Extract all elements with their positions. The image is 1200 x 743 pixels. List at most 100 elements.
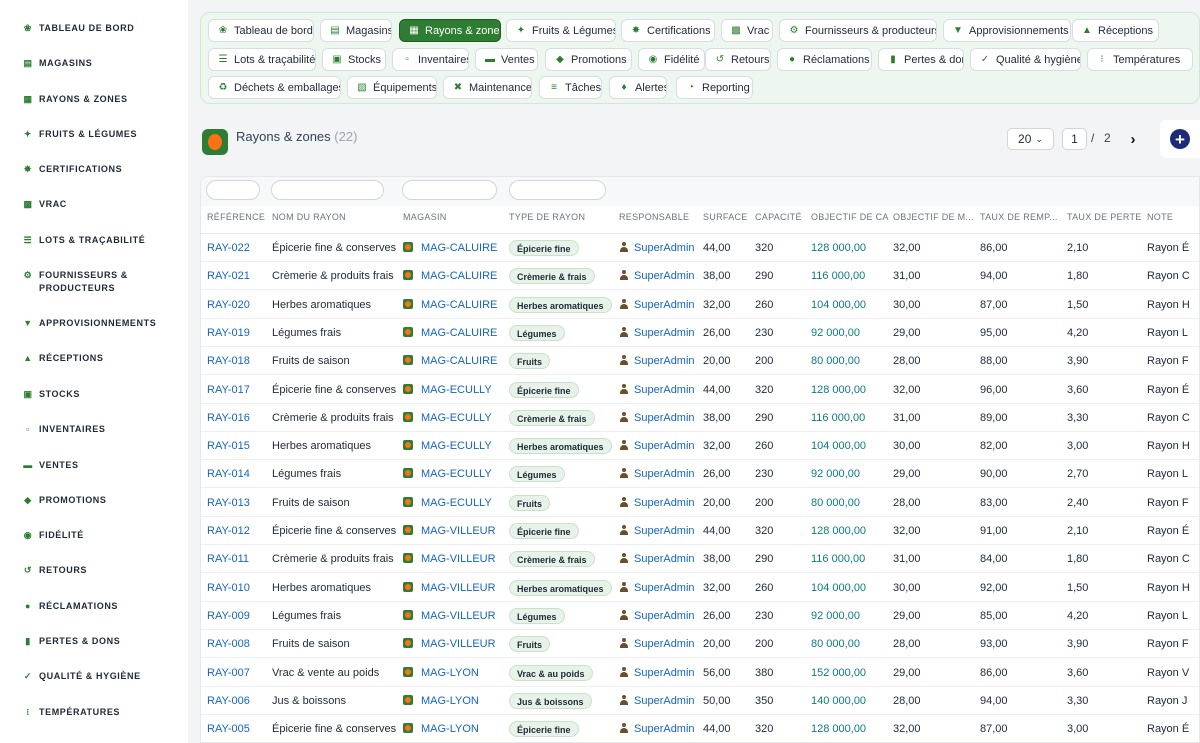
- reference-link[interactable]: RAY-016: [207, 404, 269, 432]
- nav-pill-19[interactable]: ⁝ Températures: [1087, 48, 1193, 71]
- store-link[interactable]: MAG-ECULLY: [421, 440, 492, 452]
- table-row[interactable]: RAY-010 Herbes aromatiques MAG-VILLEUR Herb…: [201, 574, 1199, 602]
- nav-pill-15[interactable]: ↺ Retours: [705, 48, 771, 71]
- responsible-link[interactable]: SuperAdmin: [634, 695, 695, 707]
- reference-link[interactable]: RAY-017: [207, 376, 269, 404]
- filter-type-input[interactable]: [509, 180, 606, 200]
- nav-pill-18[interactable]: ✓ Qualité & hygiène: [970, 48, 1081, 71]
- sidebar-item-tableau-de-bord[interactable]: ❀ TABLEAU DE BORD: [23, 22, 183, 35]
- column-header[interactable]: NOM DU RAYON: [272, 212, 392, 222]
- table-row[interactable]: RAY-009 Légumes frais MAG-VILLEUR Légumes Su…: [201, 602, 1199, 630]
- add-button[interactable]: +: [1170, 129, 1190, 149]
- nav-pill-4[interactable]: ✸ Certifications: [621, 19, 715, 42]
- reference-link[interactable]: RAY-015: [207, 432, 269, 460]
- table-row[interactable]: RAY-007 Vrac & vente au poids MAG-LYON Vrac…: [201, 659, 1199, 687]
- store-link[interactable]: MAG-CALUIRE: [421, 242, 497, 254]
- reference-link[interactable]: RAY-020: [207, 291, 269, 319]
- responsible-link[interactable]: SuperAdmin: [634, 610, 695, 622]
- table-row[interactable]: RAY-005 Épicerie fine & conserves MAG-LYON…: [201, 715, 1199, 742]
- reference-link[interactable]: RAY-022: [207, 234, 269, 262]
- sidebar-item-fid-lit[interactable]: ◉ FIDÉLITÉ: [23, 529, 183, 542]
- table-row[interactable]: RAY-016 Crèmerie & produits frais MAG-ECUL…: [201, 404, 1199, 432]
- sidebar-item-magasins[interactable]: ▤ MAGASINS: [23, 57, 183, 70]
- reference-link[interactable]: RAY-011: [207, 545, 269, 573]
- nav-pill-23[interactable]: ≡ Tâches: [539, 76, 602, 99]
- responsible-link[interactable]: SuperAdmin: [634, 525, 695, 537]
- nav-pill-3[interactable]: ✦ Fruits & Légumes: [506, 19, 616, 42]
- nav-pill-1[interactable]: ▤ Magasins: [320, 19, 392, 42]
- next-page-button[interactable]: ›: [1127, 128, 1139, 150]
- column-header[interactable]: TAUX DE PERTE: [1067, 212, 1145, 222]
- reference-link[interactable]: RAY-012: [207, 517, 269, 545]
- table-row[interactable]: RAY-015 Herbes aromatiques MAG-ECULLY Herbe…: [201, 432, 1199, 461]
- store-link[interactable]: MAG-LYON: [421, 667, 479, 679]
- nav-pill-22[interactable]: ✖ Maintenance: [443, 76, 532, 99]
- responsible-link[interactable]: SuperAdmin: [634, 468, 695, 480]
- reference-link[interactable]: RAY-019: [207, 319, 269, 347]
- responsible-link[interactable]: SuperAdmin: [634, 723, 695, 735]
- nav-pill-8[interactable]: ▲ Réceptions: [1072, 19, 1159, 42]
- responsible-link[interactable]: SuperAdmin: [634, 582, 695, 594]
- store-link[interactable]: MAG-ECULLY: [421, 468, 492, 480]
- responsible-link[interactable]: SuperAdmin: [634, 497, 695, 509]
- nav-pill-14[interactable]: ◉ Fidélité: [638, 48, 705, 71]
- nav-pill-10[interactable]: ▣ Stocks: [322, 48, 386, 71]
- sidebar-item-certifications[interactable]: ✸ CERTIFICATIONS: [23, 163, 183, 176]
- sidebar-item-approvisionnements[interactable]: ▼ APPROVISIONNEMENTS: [23, 317, 183, 330]
- filter-reference-input[interactable]: [206, 180, 260, 200]
- column-header[interactable]: RÉFÉRENCE: [207, 212, 269, 222]
- sidebar-item-rayons-zones[interactable]: ▦ RAYONS & ZONES: [23, 93, 183, 106]
- column-header[interactable]: RESPONSABLE: [619, 212, 699, 222]
- sidebar-item-ventes[interactable]: ▬ VENTES: [23, 459, 183, 472]
- table-row[interactable]: RAY-014 Légumes frais MAG-ECULLY Légumes Sup…: [201, 460, 1199, 489]
- column-header[interactable]: SURFACE: [703, 212, 753, 222]
- column-header[interactable]: NOTE: [1147, 212, 1199, 222]
- responsible-link[interactable]: SuperAdmin: [634, 355, 695, 367]
- reference-link[interactable]: RAY-009: [207, 602, 269, 630]
- store-link[interactable]: MAG-CALUIRE: [421, 270, 497, 282]
- table-row[interactable]: RAY-020 Herbes aromatiques MAG-CALUIRE Herb…: [201, 291, 1199, 319]
- responsible-link[interactable]: SuperAdmin: [634, 270, 695, 282]
- sidebar-item-promotions[interactable]: ◆ PROMOTIONS: [23, 494, 183, 507]
- nav-pill-0[interactable]: ❀ Tableau de bord: [208, 19, 314, 42]
- reference-link[interactable]: RAY-021: [207, 262, 269, 290]
- responsible-link[interactable]: SuperAdmin: [634, 242, 695, 254]
- column-header[interactable]: TAUX DE REMP...: [980, 212, 1063, 222]
- nav-pill-6[interactable]: ⚙ Fournisseurs & producteurs: [779, 19, 937, 42]
- sidebar-item-temp-ratures[interactable]: ⁝ TEMPÉRATURES: [23, 706, 183, 719]
- nav-pill-11[interactable]: ▫ Inventaires: [392, 48, 469, 71]
- sidebar-item-fournisseurs-producteurs[interactable]: ⚙ FOURNISSEURS & PRODUCTEURS: [23, 269, 183, 295]
- nav-pill-24[interactable]: ♦ Alertes: [609, 76, 667, 99]
- nav-pill-5[interactable]: ▩ Vrac: [721, 19, 773, 42]
- table-row[interactable]: RAY-008 Fruits de saison MAG-VILLEUR Fruits…: [201, 630, 1199, 659]
- responsible-link[interactable]: SuperAdmin: [634, 667, 695, 679]
- store-link[interactable]: MAG-ECULLY: [421, 412, 492, 424]
- nav-pill-20[interactable]: ♻ Déchets & emballages: [208, 76, 341, 99]
- sidebar-item-r-clamations[interactable]: ● RÉCLAMATIONS: [23, 600, 183, 613]
- store-link[interactable]: MAG-ECULLY: [421, 384, 492, 396]
- current-page-input[interactable]: 1: [1062, 128, 1087, 150]
- nav-pill-17[interactable]: ▮ Pertes & dons: [878, 48, 964, 71]
- table-row[interactable]: RAY-012 Épicerie fine & conserves MAG-VILL…: [201, 517, 1199, 545]
- nav-pill-13[interactable]: ◆ Promotions: [545, 48, 632, 71]
- sidebar-item-vrac[interactable]: ▩ VRAC: [23, 198, 183, 211]
- sidebar-item-pertes-dons[interactable]: ▮ PERTES & DONS: [23, 635, 183, 648]
- responsible-link[interactable]: SuperAdmin: [634, 299, 695, 311]
- table-row[interactable]: RAY-018 Fruits de saison MAG-CALUIRE Fruits…: [201, 347, 1199, 376]
- reference-link[interactable]: RAY-007: [207, 659, 269, 687]
- column-header[interactable]: MAGASIN: [403, 212, 503, 222]
- nav-pill-21[interactable]: ▧ Équipements: [347, 76, 437, 99]
- table-row[interactable]: RAY-021 Crèmerie & produits frais MAG-CALU…: [201, 262, 1199, 291]
- per-page-select[interactable]: 20 ⌄: [1007, 128, 1054, 150]
- table-row[interactable]: RAY-011 Crèmerie & produits frais MAG-VILL…: [201, 545, 1199, 574]
- filter-name-input[interactable]: [271, 180, 384, 200]
- responsible-link[interactable]: SuperAdmin: [634, 412, 695, 424]
- store-link[interactable]: MAG-CALUIRE: [421, 327, 497, 339]
- responsible-link[interactable]: SuperAdmin: [634, 553, 695, 565]
- reference-link[interactable]: RAY-013: [207, 489, 269, 517]
- filter-store-input[interactable]: [402, 180, 497, 200]
- store-link[interactable]: MAG-LYON: [421, 695, 479, 707]
- sidebar-item-r-ceptions[interactable]: ▲ RÉCEPTIONS: [23, 352, 183, 365]
- column-header[interactable]: OBJECTIF DE CA: [811, 212, 891, 222]
- store-link[interactable]: MAG-VILLEUR: [421, 638, 496, 650]
